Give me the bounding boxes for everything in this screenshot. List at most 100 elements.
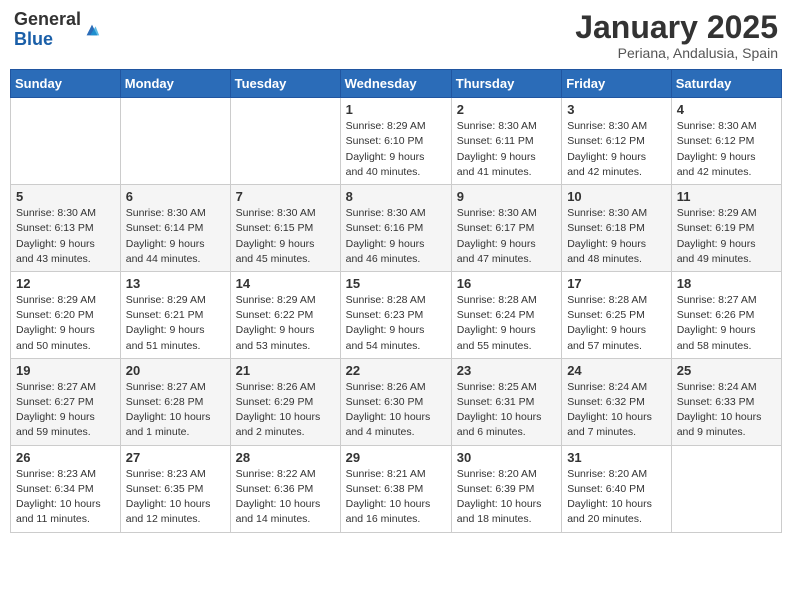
calendar-cell bbox=[230, 98, 340, 185]
logo-text: General Blue bbox=[14, 10, 101, 50]
day-number: 28 bbox=[236, 450, 335, 465]
calendar-cell bbox=[11, 98, 121, 185]
day-number: 10 bbox=[567, 189, 666, 204]
day-info: Sunrise: 8:20 AM Sunset: 6:39 PM Dayligh… bbox=[457, 467, 556, 528]
day-number: 22 bbox=[346, 363, 446, 378]
day-info: Sunrise: 8:30 AM Sunset: 6:17 PM Dayligh… bbox=[457, 206, 556, 267]
day-number: 5 bbox=[16, 189, 115, 204]
day-header-friday: Friday bbox=[562, 70, 672, 98]
day-info: Sunrise: 8:30 AM Sunset: 6:12 PM Dayligh… bbox=[567, 119, 666, 180]
logo-blue: Blue bbox=[14, 29, 53, 49]
calendar-week-3: 12Sunrise: 8:29 AM Sunset: 6:20 PM Dayli… bbox=[11, 271, 782, 358]
day-number: 6 bbox=[126, 189, 225, 204]
calendar-cell: 7Sunrise: 8:30 AM Sunset: 6:15 PM Daylig… bbox=[230, 185, 340, 272]
calendar-week-5: 26 Sunrise: 8:23 AM Sunset: 6:34 PM Dayli… bbox=[11, 445, 782, 532]
calendar-cell: 14 Sunrise: 8:29 AM Sunset: 6:22 PM Dayli… bbox=[230, 271, 340, 358]
day-number: 16 bbox=[457, 276, 556, 291]
day-info: Sunrise: 8:26 AM Sunset: 6:30 PM Dayligh… bbox=[346, 380, 446, 441]
calendar-cell: 21 Sunrise: 8:26 AM Sunset: 6:29 PM Dayli… bbox=[230, 358, 340, 445]
calendar-week-2: 5 Sunrise: 8:30 AM Sunset: 6:13 PM Daylig… bbox=[11, 185, 782, 272]
calendar-cell: 12Sunrise: 8:29 AM Sunset: 6:20 PM Dayli… bbox=[11, 271, 121, 358]
day-info: Sunrise: 8:29 AM Sunset: 6:22 PM Dayligh… bbox=[236, 293, 335, 354]
calendar-cell: 15 Sunrise: 8:28 AM Sunset: 6:23 PM Dayli… bbox=[340, 271, 451, 358]
day-number: 25 bbox=[677, 363, 776, 378]
day-number: 27 bbox=[126, 450, 225, 465]
day-number: 19 bbox=[16, 363, 115, 378]
day-info: Sunrise: 8:27 AM Sunset: 6:28 PM Dayligh… bbox=[126, 380, 225, 441]
day-number: 24 bbox=[567, 363, 666, 378]
calendar-cell: 20Sunrise: 8:27 AM Sunset: 6:28 PM Dayli… bbox=[120, 358, 230, 445]
day-number: 14 bbox=[236, 276, 335, 291]
day-number: 2 bbox=[457, 102, 556, 117]
calendar-cell: 22 Sunrise: 8:26 AM Sunset: 6:30 PM Dayli… bbox=[340, 358, 451, 445]
calendar-cell: 31Sunrise: 8:20 AM Sunset: 6:40 PM Dayli… bbox=[562, 445, 672, 532]
day-number: 4 bbox=[677, 102, 776, 117]
day-info: Sunrise: 8:28 AM Sunset: 6:23 PM Dayligh… bbox=[346, 293, 446, 354]
day-header-thursday: Thursday bbox=[451, 70, 561, 98]
day-info: Sunrise: 8:29 AM Sunset: 6:21 PM Dayligh… bbox=[126, 293, 225, 354]
calendar-cell: 4Sunrise: 8:30 AM Sunset: 6:12 PM Daylig… bbox=[671, 98, 781, 185]
calendar-cell bbox=[671, 445, 781, 532]
calendar-cell: 26 Sunrise: 8:23 AM Sunset: 6:34 PM Dayli… bbox=[11, 445, 121, 532]
day-header-monday: Monday bbox=[120, 70, 230, 98]
calendar-cell: 24Sunrise: 8:24 AM Sunset: 6:32 PM Dayli… bbox=[562, 358, 672, 445]
calendar-cell: 17Sunrise: 8:28 AM Sunset: 6:25 PM Dayli… bbox=[562, 271, 672, 358]
logo-general: General bbox=[14, 9, 81, 29]
calendar-cell: 3 Sunrise: 8:30 AM Sunset: 6:12 PM Daylig… bbox=[562, 98, 672, 185]
day-info: Sunrise: 8:23 AM Sunset: 6:35 PM Dayligh… bbox=[126, 467, 225, 528]
calendar-cell: 8 Sunrise: 8:30 AM Sunset: 6:16 PM Daylig… bbox=[340, 185, 451, 272]
calendar-cell: 1 Sunrise: 8:29 AM Sunset: 6:10 PM Daylig… bbox=[340, 98, 451, 185]
day-info: Sunrise: 8:27 AM Sunset: 6:26 PM Dayligh… bbox=[677, 293, 776, 354]
day-info: Sunrise: 8:23 AM Sunset: 6:34 PM Dayligh… bbox=[16, 467, 115, 528]
day-info: Sunrise: 8:22 AM Sunset: 6:36 PM Dayligh… bbox=[236, 467, 335, 528]
calendar-cell bbox=[120, 98, 230, 185]
day-header-saturday: Saturday bbox=[671, 70, 781, 98]
day-info: Sunrise: 8:28 AM Sunset: 6:24 PM Dayligh… bbox=[457, 293, 556, 354]
calendar-cell: 23 Sunrise: 8:25 AM Sunset: 6:31 PM Dayli… bbox=[451, 358, 561, 445]
calendar-cell: 6Sunrise: 8:30 AM Sunset: 6:14 PM Daylig… bbox=[120, 185, 230, 272]
day-info: Sunrise: 8:30 AM Sunset: 6:16 PM Dayligh… bbox=[346, 206, 446, 267]
day-number: 8 bbox=[346, 189, 446, 204]
day-info: Sunrise: 8:30 AM Sunset: 6:18 PM Dayligh… bbox=[567, 206, 666, 267]
day-info: Sunrise: 8:30 AM Sunset: 6:11 PM Dayligh… bbox=[457, 119, 556, 180]
calendar-cell: 29 Sunrise: 8:21 AM Sunset: 6:38 PM Dayli… bbox=[340, 445, 451, 532]
day-info: Sunrise: 8:30 AM Sunset: 6:13 PM Dayligh… bbox=[16, 206, 115, 267]
subtitle: Periana, Andalusia, Spain bbox=[575, 45, 778, 61]
day-number: 31 bbox=[567, 450, 666, 465]
day-number: 29 bbox=[346, 450, 446, 465]
calendar-cell: 18 Sunrise: 8:27 AM Sunset: 6:26 PM Dayli… bbox=[671, 271, 781, 358]
day-number: 11 bbox=[677, 189, 776, 204]
day-info: Sunrise: 8:26 AM Sunset: 6:29 PM Dayligh… bbox=[236, 380, 335, 441]
calendar-cell: 9 Sunrise: 8:30 AM Sunset: 6:17 PM Daylig… bbox=[451, 185, 561, 272]
day-number: 18 bbox=[677, 276, 776, 291]
day-info: Sunrise: 8:30 AM Sunset: 6:15 PM Dayligh… bbox=[236, 206, 335, 267]
calendar-cell: 30 Sunrise: 8:20 AM Sunset: 6:39 PM Dayli… bbox=[451, 445, 561, 532]
calendar-cell: 25Sunrise: 8:24 AM Sunset: 6:33 PM Dayli… bbox=[671, 358, 781, 445]
day-info: Sunrise: 8:27 AM Sunset: 6:27 PM Dayligh… bbox=[16, 380, 115, 441]
calendar-cell: 2 Sunrise: 8:30 AM Sunset: 6:11 PM Daylig… bbox=[451, 98, 561, 185]
day-number: 30 bbox=[457, 450, 556, 465]
day-info: Sunrise: 8:28 AM Sunset: 6:25 PM Dayligh… bbox=[567, 293, 666, 354]
day-number: 23 bbox=[457, 363, 556, 378]
day-number: 26 bbox=[16, 450, 115, 465]
calendar-cell: 13 Sunrise: 8:29 AM Sunset: 6:21 PM Dayli… bbox=[120, 271, 230, 358]
calendar-cell: 28 Sunrise: 8:22 AM Sunset: 6:36 PM Dayli… bbox=[230, 445, 340, 532]
calendar-cell: 5 Sunrise: 8:30 AM Sunset: 6:13 PM Daylig… bbox=[11, 185, 121, 272]
day-info: Sunrise: 8:29 AM Sunset: 6:19 PM Dayligh… bbox=[677, 206, 776, 267]
logo-icon bbox=[83, 21, 101, 39]
calendar-cell: 27 Sunrise: 8:23 AM Sunset: 6:35 PM Dayli… bbox=[120, 445, 230, 532]
day-number: 1 bbox=[346, 102, 446, 117]
day-header-tuesday: Tuesday bbox=[230, 70, 340, 98]
day-number: 13 bbox=[126, 276, 225, 291]
title-block: January 2025 Periana, Andalusia, Spain bbox=[575, 10, 778, 61]
day-number: 15 bbox=[346, 276, 446, 291]
day-number: 21 bbox=[236, 363, 335, 378]
day-info: Sunrise: 8:21 AM Sunset: 6:38 PM Dayligh… bbox=[346, 467, 446, 528]
day-info: Sunrise: 8:29 AM Sunset: 6:10 PM Dayligh… bbox=[346, 119, 446, 180]
calendar-week-1: 1 Sunrise: 8:29 AM Sunset: 6:10 PM Daylig… bbox=[11, 98, 782, 185]
day-number: 3 bbox=[567, 102, 666, 117]
day-header-wednesday: Wednesday bbox=[340, 70, 451, 98]
day-header-sunday: Sunday bbox=[11, 70, 121, 98]
day-info: Sunrise: 8:25 AM Sunset: 6:31 PM Dayligh… bbox=[457, 380, 556, 441]
day-number: 9 bbox=[457, 189, 556, 204]
